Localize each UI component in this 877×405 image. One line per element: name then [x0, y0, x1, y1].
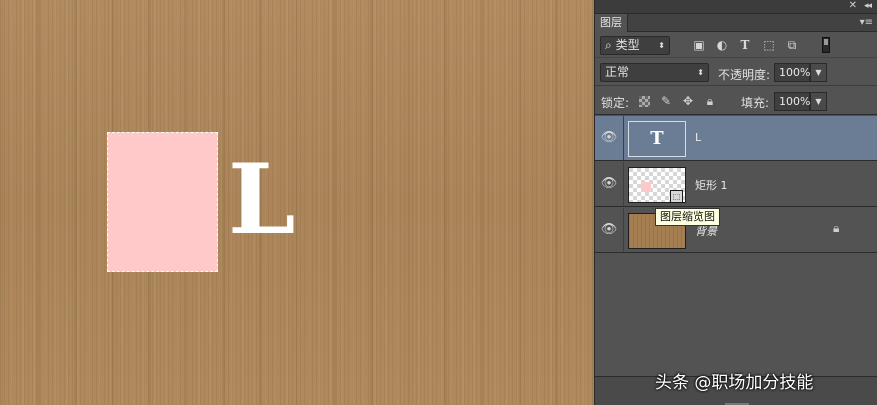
canvas-text-letter[interactable]: L: [228, 150, 308, 250]
tab-layers[interactable]: 图层: [595, 14, 628, 32]
document-canvas[interactable]: L: [0, 0, 594, 405]
filter-toggle-switch[interactable]: [822, 37, 830, 53]
panel-menu-icon[interactable]: ▾≡: [860, 17, 873, 28]
stepper-arrows-icon: ⬍: [697, 68, 704, 77]
watermark: 头条 @职场加分技能: [655, 373, 814, 393]
filter-kind-select[interactable]: ⌕ 类型 ⬍: [600, 36, 670, 55]
layer-row-background[interactable]: 👁︎ 背景 🔒︎: [595, 208, 877, 253]
layer-thumbnail[interactable]: T: [628, 121, 686, 157]
lock-transparent-pixels-icon[interactable]: [639, 96, 650, 107]
panel-tab-row: 图层 ▾≡: [595, 14, 877, 32]
opacity-dropdown-button[interactable]: ▼: [810, 63, 827, 82]
text-filter-icon[interactable]: T: [738, 38, 752, 52]
lock-icon: 🔒︎: [833, 221, 840, 235]
opacity-input[interactable]: 100%: [774, 63, 810, 82]
lock-label: 锁定:: [601, 96, 630, 110]
opacity-label: 不透明度:: [718, 68, 771, 82]
layer-name[interactable]: L: [695, 131, 701, 144]
visibility-eye-icon[interactable]: 👁︎: [595, 116, 624, 160]
search-icon: ⌕: [605, 38, 612, 52]
smart-object-filter-icon[interactable]: ⧉: [785, 38, 799, 52]
text-layer-icon: T: [650, 128, 664, 149]
lock-image-pixels-icon[interactable]: ✎: [659, 94, 673, 108]
shape-filter-icon[interactable]: ⬚: [762, 38, 776, 52]
image-filter-icon[interactable]: ▣: [692, 38, 706, 52]
visibility-eye-icon[interactable]: 👁︎: [595, 208, 624, 252]
blend-mode-select[interactable]: 正常 ⬍: [600, 63, 709, 82]
visibility-eye-icon[interactable]: 👁︎: [595, 162, 624, 206]
lock-position-icon[interactable]: ✥: [681, 94, 695, 108]
layer-row-text[interactable]: 👁︎ T L: [595, 116, 877, 161]
lock-row: 锁定: ✎ ✥ 🔒︎ 填充: 100% ▼: [595, 87, 877, 115]
shape-layer-badge-icon: ⬚: [670, 190, 683, 203]
fill-label: 填充:: [741, 96, 770, 110]
blend-mode-value: 正常: [605, 65, 630, 79]
lock-all-icon[interactable]: 🔒︎: [703, 94, 717, 108]
stepper-arrows-icon: ⬍: [658, 41, 665, 50]
fill-input[interactable]: 100%: [774, 92, 810, 111]
filter-kind-label: 类型: [615, 38, 640, 52]
adjustment-filter-icon[interactable]: ◐: [715, 38, 729, 52]
close-icon[interactable]: ✕: [849, 0, 857, 11]
shape-preview: [641, 182, 651, 192]
layer-filter-row: ⌕ 类型 ⬍ ▣ ◐ T ⬚ ⧉: [595, 33, 877, 58]
fill-dropdown-button[interactable]: ▼: [810, 92, 827, 111]
collapse-icon[interactable]: ◂◂: [864, 1, 872, 11]
layer-name[interactable]: 矩形 1: [695, 177, 728, 193]
blend-row: 正常 ⬍ 不透明度: 100% ▼: [595, 59, 877, 86]
layers-panel: ✕ ◂◂ 图层 ▾≡ ⌕ 类型 ⬍ ▣ ◐ T ⬚ ⧉ 正常 ⬍ 不透明度: 1…: [594, 0, 877, 405]
pink-rectangle-shape[interactable]: [107, 132, 218, 272]
layer-row-shape[interactable]: 👁︎ ⬚ 矩形 1: [595, 162, 877, 207]
panel-title-bar: ✕ ◂◂: [595, 0, 877, 14]
tooltip: 图层缩览图: [655, 208, 720, 226]
